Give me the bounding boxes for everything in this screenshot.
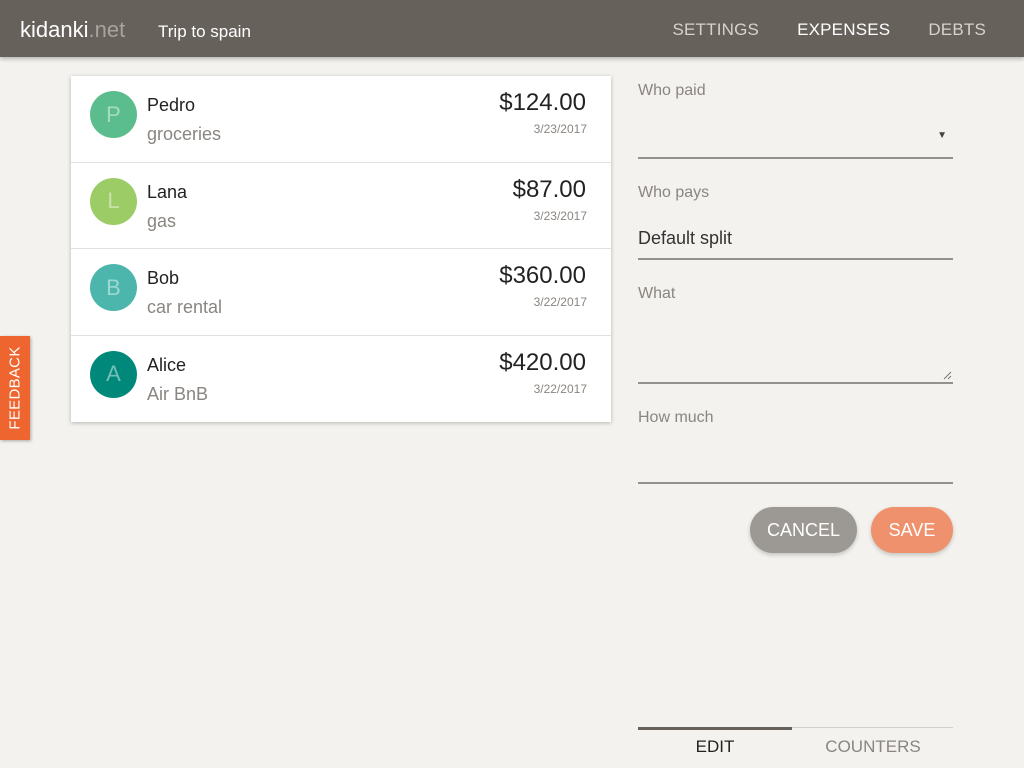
top-bar: kidanki.net Trip to spain SETTINGS EXPEN… [0, 0, 1024, 57]
bottom-tabs: EDIT COUNTERS [638, 727, 953, 768]
resize-handle-icon[interactable] [943, 371, 952, 380]
feedback-button[interactable]: FEEDBACK [0, 336, 30, 440]
tab-counters[interactable]: COUNTERS [796, 737, 950, 757]
expense-payer: Pedro [147, 95, 196, 115]
avatar: L [90, 177, 137, 225]
expense-payer: Bob [147, 268, 180, 288]
expense-date: 3/22/2017 [533, 381, 587, 396]
how-much-label: How much [638, 409, 714, 426]
nav-expenses[interactable]: EXPENSES [797, 20, 890, 40]
save-button[interactable]: SAVE [871, 507, 953, 553]
expense-amount: $124.00 [499, 89, 586, 116]
nav-settings[interactable]: SETTINGS [672, 20, 759, 40]
who-pays-field[interactable]: Default split [638, 216, 953, 258]
expense-description: gas [147, 210, 177, 231]
tab-edit[interactable]: EDIT [638, 737, 792, 757]
expense-row[interactable]: L Lana gas $87.00 3/23/2017 [71, 163, 611, 249]
expense-payer: Alice [147, 354, 187, 375]
expense-date: 3/22/2017 [533, 295, 587, 309]
expense-date: 3/23/2017 [533, 208, 587, 223]
cancel-button[interactable]: CANCEL [750, 507, 857, 553]
expense-payer: Lana [147, 181, 188, 202]
who-paid-underline [638, 157, 953, 159]
trip-title[interactable]: Trip to spain [158, 22, 251, 42]
avatar: B [90, 264, 137, 311]
avatar: A [90, 350, 137, 398]
who-pays-underline [638, 258, 953, 260]
brand-name: kidanki [20, 17, 89, 42]
tab-active-indicator [638, 727, 792, 730]
what-label: What [638, 285, 676, 302]
nav-debts[interactable]: DEBTS [928, 20, 986, 40]
how-much-underline [638, 482, 953, 484]
expense-amount: $87.00 [512, 175, 586, 203]
who-paid-label: Who paid [638, 82, 706, 99]
expense-list: P Pedro groceries $124.00 3/23/2017 L La… [71, 76, 611, 422]
expense-description: Air BnB [147, 383, 209, 404]
expense-amount: $420.00 [499, 348, 586, 376]
avatar: P [90, 91, 137, 138]
what-underline [638, 382, 953, 384]
what-textarea[interactable] [638, 310, 953, 382]
dropdown-arrow-icon: ▼ [937, 130, 947, 141]
expense-row[interactable]: B Bob car rental $360.00 3/22/2017 [71, 249, 611, 336]
who-pays-value: Default split [638, 228, 733, 248]
expense-amount: $360.00 [499, 262, 586, 289]
main-nav: SETTINGS EXPENSES DEBTS [634, 20, 986, 40]
expense-row[interactable]: P Pedro groceries $124.00 3/23/2017 [71, 76, 611, 163]
feedback-label: FEEDBACK [6, 346, 24, 430]
expense-date: 3/23/2017 [533, 122, 587, 136]
who-pays-label: Who pays [638, 184, 710, 201]
how-much-input[interactable] [638, 438, 953, 482]
expense-description: groceries [147, 124, 222, 144]
expense-description: car rental [147, 297, 223, 317]
expense-row[interactable]: A Alice Air BnB $420.00 3/22/2017 [71, 336, 611, 423]
brand-logo[interactable]: kidanki.net [20, 17, 125, 43]
who-paid-select[interactable]: ▼ [638, 106, 953, 158]
brand-tld: .net [88, 17, 126, 42]
